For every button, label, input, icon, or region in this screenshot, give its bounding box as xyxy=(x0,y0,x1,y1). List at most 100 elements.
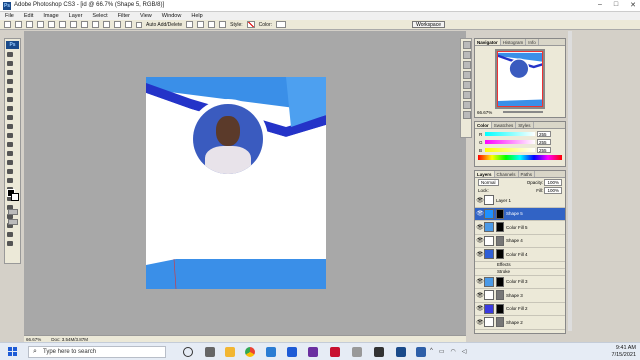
path-combine-add-icon[interactable] xyxy=(186,21,194,28)
eye-icon[interactable]: 👁 xyxy=(476,305,484,312)
tab-info[interactable]: Info xyxy=(526,39,539,45)
menu-view[interactable]: View xyxy=(135,13,157,19)
wifi-icon[interactable]: ◠ xyxy=(451,348,456,355)
eye-icon[interactable]: 👁 xyxy=(476,210,484,217)
slice-tool-icon[interactable] xyxy=(7,97,13,102)
menu-window[interactable]: Window xyxy=(157,13,187,19)
menu-image[interactable]: Image xyxy=(38,13,63,19)
paragraph-panel-icon[interactable] xyxy=(463,101,471,109)
blur-tool-icon[interactable] xyxy=(7,160,13,165)
tab-color[interactable]: Color xyxy=(475,122,492,128)
actions-panel-icon[interactable] xyxy=(463,51,471,59)
tab-styles[interactable]: Styles xyxy=(516,122,534,128)
brush-tool-icon[interactable] xyxy=(7,115,13,120)
auto-add-delete-checkbox[interactable] xyxy=(136,21,142,28)
eye-icon[interactable]: 👁 xyxy=(476,237,484,244)
eye-icon[interactable]: 👁 xyxy=(476,292,484,299)
paths-icon[interactable] xyxy=(26,21,33,28)
clone-source-icon[interactable] xyxy=(463,81,471,89)
move-tool-icon[interactable] xyxy=(7,52,13,57)
fill-pixels-icon[interactable] xyxy=(37,21,44,28)
blue-value[interactable]: 255 xyxy=(537,147,551,153)
chrome-icon[interactable] xyxy=(245,347,255,357)
polygon-icon[interactable] xyxy=(103,21,110,28)
crop-tool-icon[interactable] xyxy=(7,88,13,93)
menu-file[interactable]: File xyxy=(0,13,19,19)
shape-layers-icon[interactable] xyxy=(15,21,22,28)
app-gray-icon[interactable] xyxy=(352,347,362,357)
magic-wand-tool-icon[interactable] xyxy=(7,79,13,84)
vertical-scrollbar[interactable] xyxy=(568,31,572,331)
gradient-tool-icon[interactable] xyxy=(7,151,13,156)
tab-paths[interactable]: Paths xyxy=(519,171,536,177)
brushes-panel-icon[interactable] xyxy=(463,71,471,79)
marquee-tool-icon[interactable] xyxy=(7,61,13,66)
layer-row-color-fill-2[interactable]: 👁 Color Fill 2 xyxy=(475,303,565,316)
green-value[interactable]: 255 xyxy=(537,139,551,145)
screen-mode-toggle[interactable] xyxy=(8,219,18,225)
menu-select[interactable]: Select xyxy=(87,13,112,19)
eye-icon[interactable]: 👁 xyxy=(476,319,484,326)
onenote-icon[interactable] xyxy=(308,347,318,357)
battery-icon[interactable]: ▭ xyxy=(439,348,445,355)
zoom-tool-icon[interactable] xyxy=(7,241,13,246)
menu-help[interactable]: Help xyxy=(186,13,207,19)
layer-row-color-fill-3[interactable]: 👁 Color Fill 3 xyxy=(475,276,565,289)
eraser-tool-icon[interactable] xyxy=(7,142,13,147)
photoshop-taskbar-icon[interactable] xyxy=(396,347,406,357)
lasso-tool-icon[interactable] xyxy=(7,70,13,75)
workspace-button[interactable]: Workspace xyxy=(412,21,445,28)
navigator-zoom-slider[interactable] xyxy=(503,111,543,113)
layer-row-color-fill-5[interactable]: 👁 Color Fill 5 xyxy=(475,221,565,235)
chevron-up-icon[interactable]: ^ xyxy=(430,348,433,355)
eye-icon[interactable]: 👁 xyxy=(476,197,484,204)
blend-mode-select[interactable]: Normal xyxy=(478,178,499,186)
tab-navigator[interactable]: Navigator xyxy=(475,39,501,45)
edge-icon[interactable] xyxy=(266,347,276,357)
color-picker[interactable] xyxy=(276,21,286,28)
freeform-pen-icon[interactable] xyxy=(59,21,66,28)
red-value[interactable]: 255 xyxy=(537,131,551,137)
app-red-icon[interactable] xyxy=(330,347,340,357)
layer-row-shape-3[interactable]: 👁 Shape 3 xyxy=(475,289,565,303)
blue-slider[interactable] xyxy=(485,148,535,152)
layer-effects-row[interactable]: Effects xyxy=(475,262,565,269)
path-combine-intersect-icon[interactable] xyxy=(208,21,216,28)
pen-tool-preset-icon[interactable] xyxy=(4,21,11,28)
document-canvas[interactable] xyxy=(146,77,326,289)
zoom-level[interactable]: 66.67% xyxy=(26,337,41,342)
line-icon[interactable] xyxy=(114,21,121,28)
task-view-icon[interactable] xyxy=(205,347,215,357)
color-spectrum-bar[interactable] xyxy=(478,155,562,160)
tab-histogram[interactable]: Histogram xyxy=(501,39,527,45)
tab-layers[interactable]: Layers xyxy=(475,171,495,177)
word-icon[interactable] xyxy=(287,347,297,357)
minimize-button[interactable]: – xyxy=(598,1,602,9)
layer-row-shape-2[interactable]: 👁 Shape 2 xyxy=(475,316,565,330)
navigator-zoom[interactable]: 66.67% xyxy=(477,110,492,115)
dodge-tool-icon[interactable] xyxy=(7,169,13,174)
path-combine-subtract-icon[interactable] xyxy=(197,21,205,28)
app-blue-icon[interactable] xyxy=(416,347,426,357)
history-brush-tool-icon[interactable] xyxy=(7,133,13,138)
hand-tool-icon[interactable] xyxy=(7,232,13,237)
healing-brush-tool-icon[interactable] xyxy=(7,106,13,111)
cortana-icon[interactable] xyxy=(183,347,193,357)
green-slider[interactable] xyxy=(485,140,535,144)
fill-input[interactable]: 100% xyxy=(544,186,562,194)
ellipse-icon[interactable] xyxy=(92,21,99,28)
layer-row-shape-5[interactable]: 👁 Shape 5 xyxy=(475,207,565,221)
layer-row-color-fill-4[interactable]: 👁 Color Fill 4 xyxy=(475,248,565,262)
clock[interactable]: 9:41 AM 7/15/2021 xyxy=(612,345,636,359)
character-panel-icon[interactable] xyxy=(463,91,471,99)
custom-shape-icon[interactable] xyxy=(125,21,132,28)
clone-stamp-tool-icon[interactable] xyxy=(7,124,13,129)
background-color-swatch[interactable] xyxy=(11,193,19,201)
maximize-button[interactable]: □ xyxy=(614,1,618,9)
layer-stroke-row[interactable]: Stroke xyxy=(475,269,565,276)
layer-comps-icon[interactable] xyxy=(463,111,471,119)
pen-tool-icon[interactable] xyxy=(7,178,13,183)
windows-start-icon[interactable] xyxy=(8,347,18,357)
tool-presets-icon[interactable] xyxy=(463,61,471,69)
red-slider[interactable] xyxy=(485,132,535,136)
